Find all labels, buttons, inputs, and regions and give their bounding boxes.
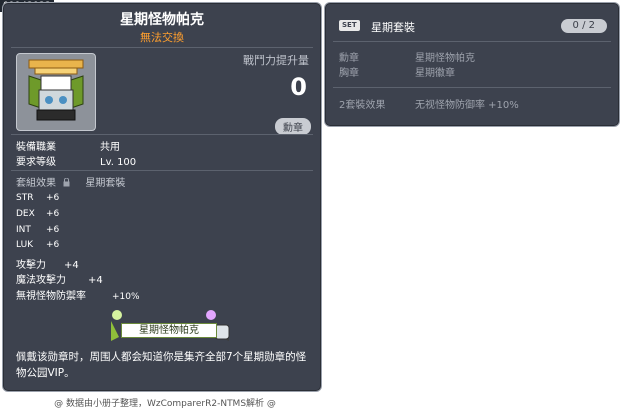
set-effect-value: 星期套裝 bbox=[85, 178, 126, 189]
stat-ignore-defense: 無視怪物防禦率 +10% bbox=[16, 291, 140, 302]
set-tag: SET bbox=[339, 20, 360, 31]
divider bbox=[11, 47, 313, 48]
divider bbox=[11, 134, 313, 135]
set-title: 星期套裝 bbox=[371, 21, 415, 34]
level-label: 要求等级 bbox=[16, 157, 56, 168]
item-tooltip-panel: 星期怪物帕克 無法交換 戰鬥力提升量 0 勳章 裝備職業 共用 要求等级 Lv. 1… bbox=[2, 2, 322, 392]
stat-attack: 攻擊力 +4 bbox=[16, 260, 79, 271]
item-icon-frame bbox=[16, 53, 96, 131]
stat-magic-attack: 魔法攻擊力 +4 bbox=[16, 275, 103, 286]
stat-luk: LUK +6 bbox=[16, 240, 60, 250]
footer-credit: @ 数据由小册子整理，WzComparerR2-NTMS解析 @ bbox=[54, 399, 276, 409]
set-effect-panel: SET 星期套裝 0 / 2 勳章 星期怪物帕克 胸章 星期徽章 2套裝效果 无视怪物… bbox=[324, 2, 620, 127]
set-count: 0 / 2 bbox=[560, 19, 607, 33]
medal-banner: 星期怪物帕克 bbox=[107, 307, 233, 345]
category-button[interactable]: 勳章 bbox=[275, 118, 311, 135]
stat-dex: DEX +6 bbox=[16, 209, 60, 219]
trade-status: 無法交換 bbox=[140, 31, 184, 44]
divider bbox=[333, 41, 611, 42]
combat-power-label: 戰鬥力提升量 bbox=[243, 54, 309, 67]
stat-int: INT +6 bbox=[16, 225, 60, 235]
level-value: Lv. 100 bbox=[100, 157, 137, 168]
stat-str: STR +6 bbox=[16, 193, 60, 203]
item-description: 佩戴该勋章时，周围人都会知道你是集齐全部7个星期勋章的怪物公园VIP。 bbox=[16, 351, 307, 379]
medal-item-icon bbox=[28, 59, 84, 121]
level-row: 要求等级 Lv. 100 bbox=[16, 153, 136, 168]
combat-power-value: 0 bbox=[290, 73, 307, 101]
set-item-row: 勳章 星期怪物帕克 bbox=[339, 53, 475, 64]
medal-text: 星期怪物帕克 bbox=[121, 323, 217, 338]
job-row: 裝備職業 共用 bbox=[16, 138, 120, 153]
job-label: 裝備職業 bbox=[16, 142, 56, 153]
item-title: 星期怪物帕克 bbox=[120, 12, 204, 28]
lock-icon bbox=[63, 177, 70, 187]
set-bonus-row: 2套裝效果 无视怪物防御率 +10% bbox=[339, 100, 519, 111]
job-value: 共用 bbox=[100, 142, 120, 153]
divider bbox=[333, 87, 611, 88]
divider bbox=[11, 170, 313, 171]
set-effect-label: 套組效果 bbox=[16, 178, 56, 189]
set-item-row: 胸章 星期徽章 bbox=[339, 68, 455, 79]
set-effect-row: 套組效果 星期套裝 bbox=[16, 174, 125, 189]
